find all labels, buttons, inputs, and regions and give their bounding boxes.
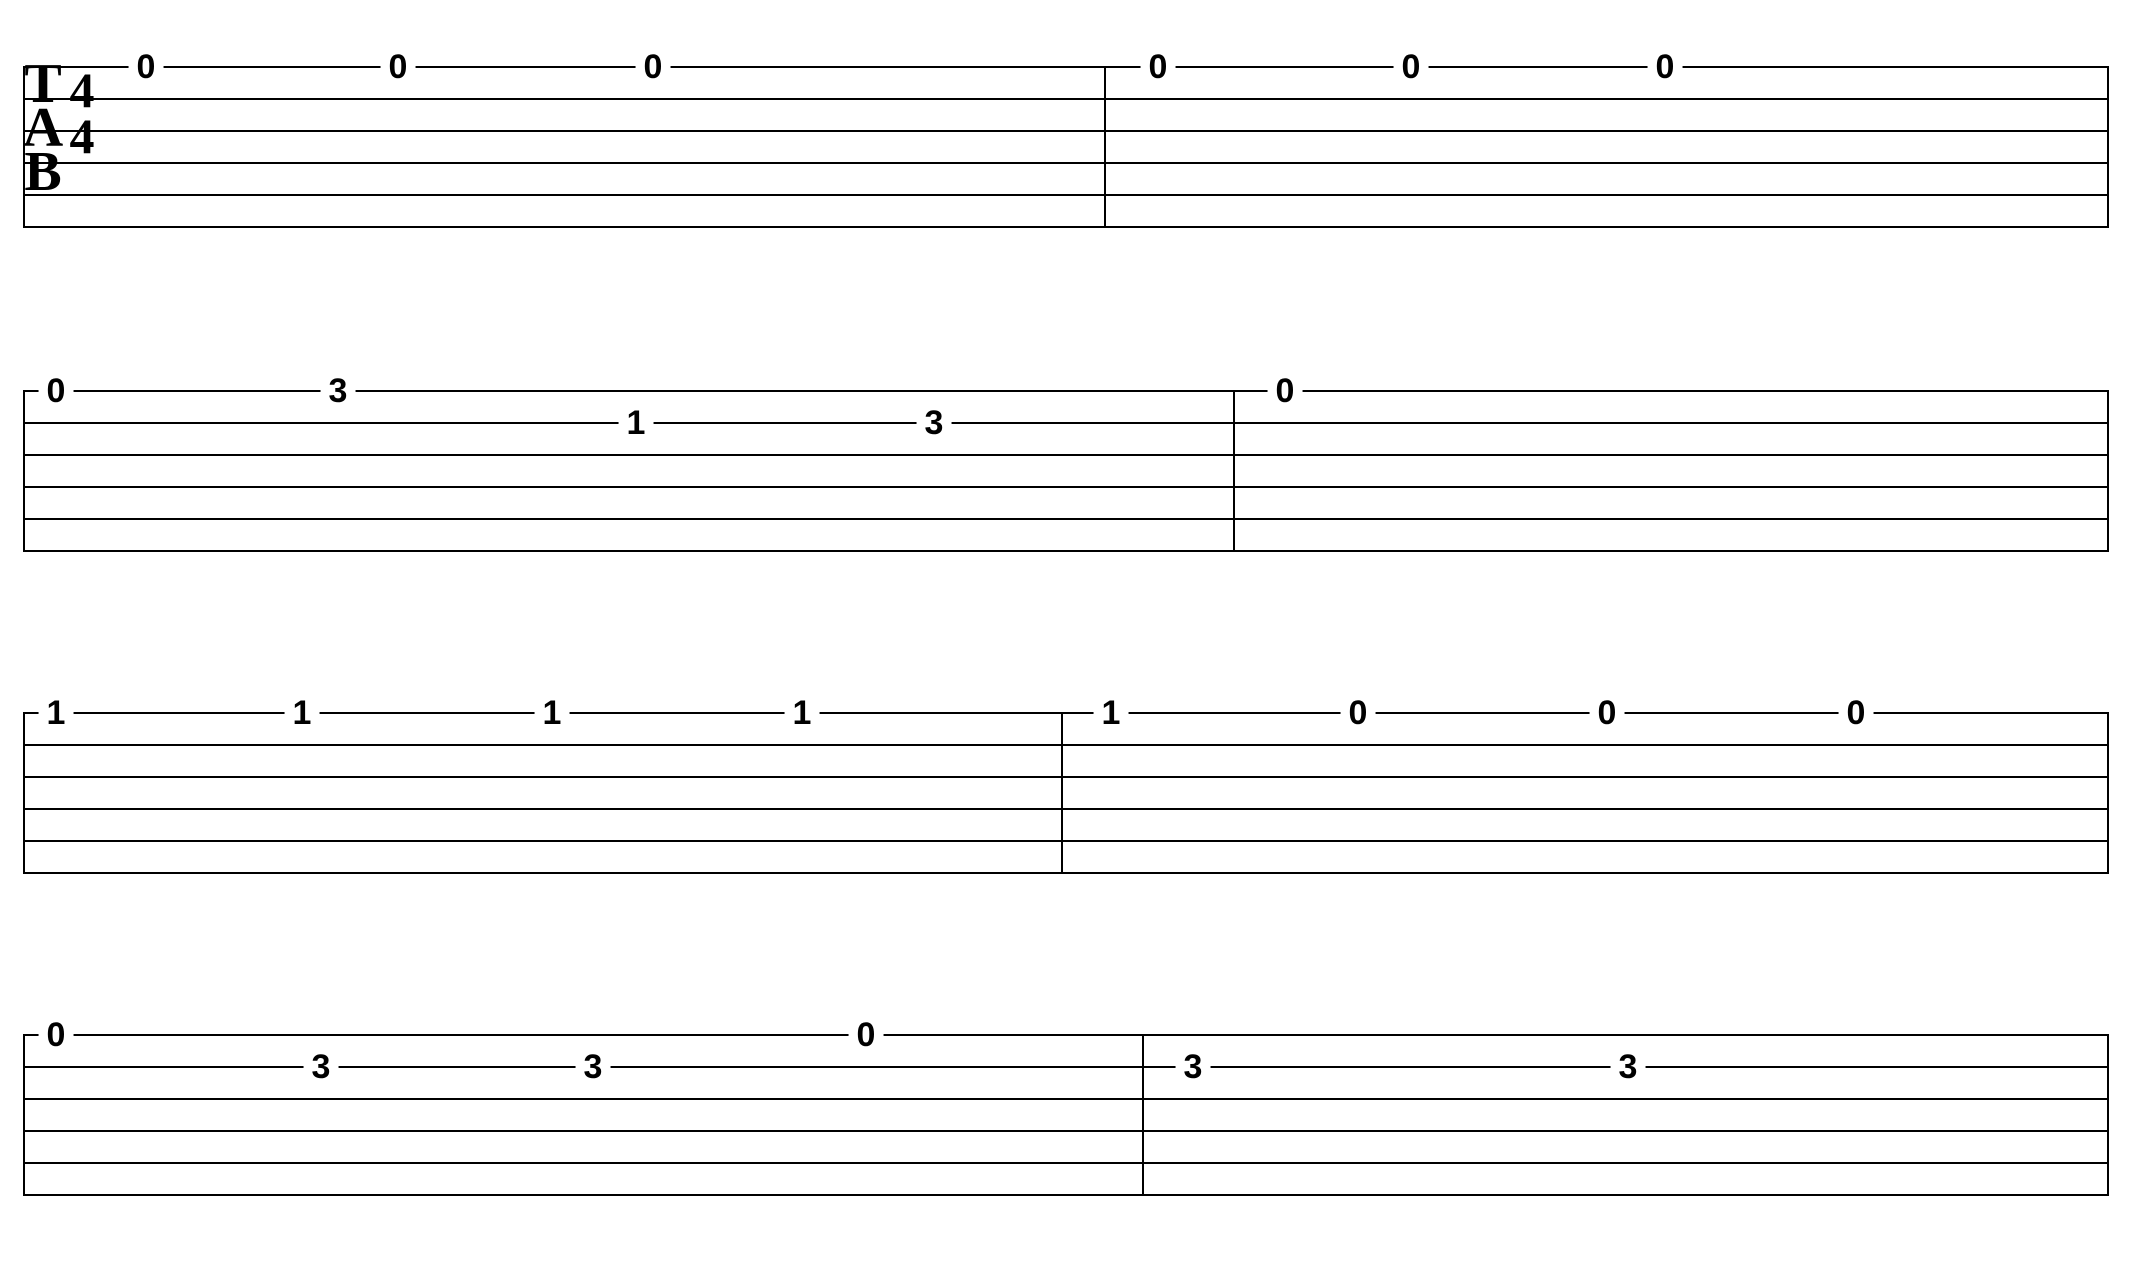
fret-number: 1 <box>285 696 320 730</box>
fret-number: 3 <box>576 1050 611 1084</box>
string-line <box>23 226 2107 228</box>
string-line <box>23 130 2107 132</box>
string-line <box>23 422 2107 424</box>
bar-line <box>2107 712 2109 874</box>
string-line <box>23 1098 2107 1100</box>
fret-number: 1 <box>535 696 570 730</box>
fret-number: 0 <box>39 1018 74 1052</box>
fret-number: 3 <box>1176 1050 1211 1084</box>
fret-number: 0 <box>1341 696 1376 730</box>
tab-clef-letter: B <box>24 144 61 200</box>
fret-number: 0 <box>1590 696 1625 730</box>
fret-number: 0 <box>39 374 74 408</box>
fret-number: 3 <box>304 1050 339 1084</box>
bar-line <box>1061 712 1063 874</box>
string-line <box>23 1194 2107 1196</box>
string-line <box>23 1130 2107 1132</box>
fret-number: 1 <box>785 696 820 730</box>
fret-number: 0 <box>636 50 671 84</box>
fret-number: 0 <box>1839 696 1874 730</box>
fret-number: 0 <box>1648 50 1683 84</box>
bar-line <box>2107 1034 2109 1196</box>
fret-number: 1 <box>39 696 74 730</box>
bar-line <box>1142 1034 1144 1196</box>
time-sig-bottom: 4 <box>70 111 95 161</box>
string-line <box>23 744 2107 746</box>
fret-number: 0 <box>1268 374 1303 408</box>
string-line <box>23 1034 2107 1036</box>
string-line <box>23 550 2107 552</box>
fret-number: 0 <box>1394 50 1429 84</box>
fret-number: 1 <box>619 406 654 440</box>
fret-number: 3 <box>1611 1050 1646 1084</box>
string-line <box>23 872 2107 874</box>
tab-sheet: TAB440000000313011111000033033 <box>0 0 2155 1267</box>
bar-line <box>2107 390 2109 552</box>
string-line <box>23 518 2107 520</box>
bar-line <box>1233 390 1235 552</box>
bar-line <box>23 712 25 874</box>
string-line <box>23 486 2107 488</box>
fret-number: 1 <box>1094 696 1129 730</box>
bar-line <box>2107 66 2109 228</box>
fret-number: 0 <box>129 50 164 84</box>
string-line <box>23 98 2107 100</box>
fret-number: 3 <box>917 406 952 440</box>
string-line <box>23 454 2107 456</box>
string-line <box>23 66 2107 68</box>
bar-line <box>1104 66 1106 228</box>
string-line <box>23 712 2107 714</box>
string-line <box>23 194 2107 196</box>
fret-number: 3 <box>321 374 356 408</box>
fret-number: 0 <box>849 1018 884 1052</box>
bar-line <box>23 390 25 552</box>
string-line <box>23 840 2107 842</box>
fret-number: 0 <box>1141 50 1176 84</box>
string-line <box>23 808 2107 810</box>
fret-number: 0 <box>381 50 416 84</box>
string-line <box>23 162 2107 164</box>
string-line <box>23 1162 2107 1164</box>
string-line <box>23 776 2107 778</box>
bar-line <box>23 1034 25 1196</box>
